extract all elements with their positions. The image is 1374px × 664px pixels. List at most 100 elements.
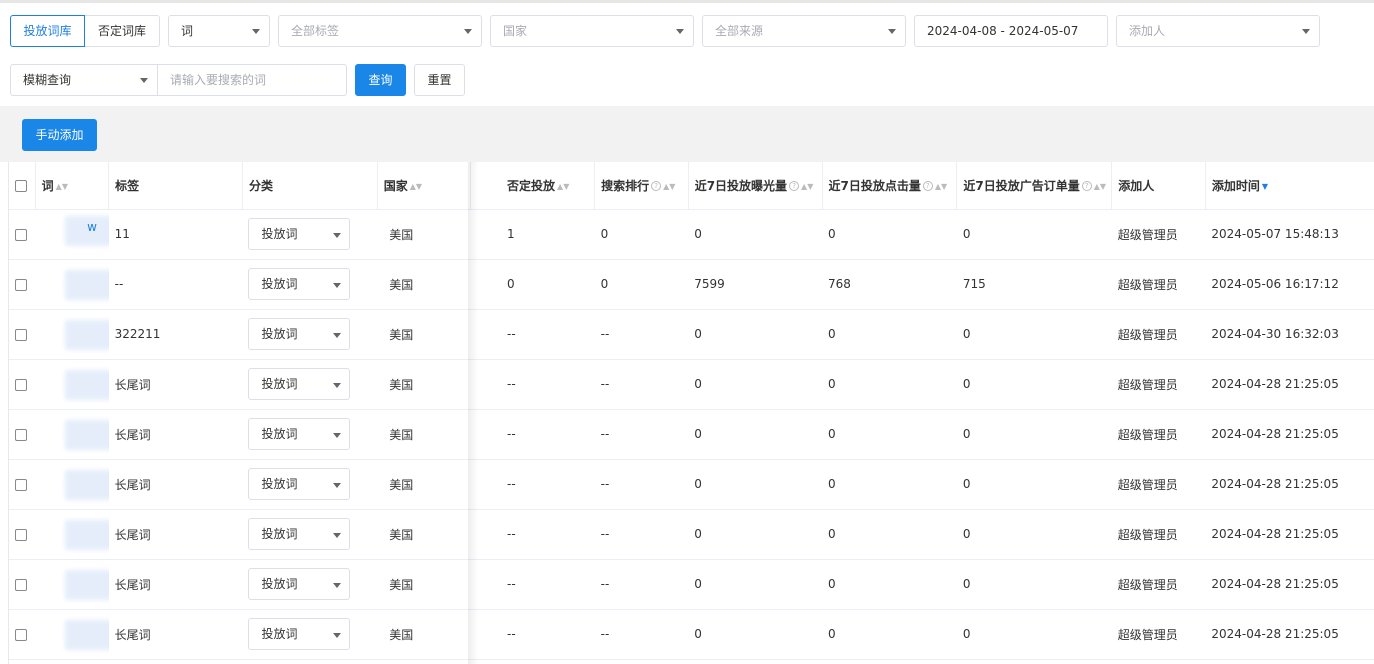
select-all-checkbox[interactable] [15,179,27,192]
country-cell: 美国 [377,509,471,560]
reset-button[interactable]: 重置 [414,64,465,96]
date-range-picker[interactable]: 2024-04-08 - 2024-05-07 [914,15,1108,47]
column-header-country[interactable]: 国家 ▲▼ [377,162,472,210]
word-field-value: 词 [181,24,194,38]
tag-select[interactable]: 全部标签 [278,15,482,47]
match-mode-select[interactable]: 模糊查询 [10,64,158,96]
category-select[interactable]: 投放词 [248,318,351,350]
negative-cell: 0 [501,259,595,310]
tab-placement-library[interactable]: 投放词库 [10,15,85,47]
row-select-cell [9,309,36,360]
table-header-row: 词 ▲▼ 标签 分类 国家 ▲▼ 否定投放 ▲▼ 搜索排行? ▲▼ 近7日投放曝光量? ▲… [9,162,1374,210]
sort-caret-icon[interactable]: ▲▼ [410,182,422,191]
added-time-cell: 2024-04-28 21:25:05 [1205,559,1374,610]
sort-caret-icon[interactable]: ▲▼ [663,182,675,191]
impressions-cell: 0 [688,309,823,360]
category-select[interactable]: 投放词 [248,418,351,450]
column-header-word[interactable]: 词 ▲▼ [35,162,110,210]
word-cell [35,309,109,360]
country-cell: 美国 [377,459,471,510]
category-cell: 投放词 [242,259,378,310]
column-header-tag: 标签 [108,162,243,210]
search-input[interactable]: 请输入要搜索的词 [157,64,347,96]
row-checkbox[interactable] [15,378,27,391]
category-select[interactable]: 投放词 [248,618,351,650]
added-time-cell: 2024-04-28 21:25:05 [1205,509,1374,560]
manual-add-button[interactable]: 手动添加 [22,119,97,151]
orders-cell: 0 [956,209,1112,260]
search-rank-cell: 0 [594,209,689,260]
impressions-cell: 0 [688,609,823,660]
orders-cell: 0 [956,409,1112,460]
word-link[interactable]: w [87,220,97,234]
column-header-clicks[interactable]: 近7日投放点击量? ▲▼ [822,162,958,210]
clicks-cell: 0 [822,309,957,360]
search-rank-cell: -- [594,409,689,460]
row-checkbox[interactable] [15,528,27,541]
negative-cell: -- [501,559,595,610]
word-field-select[interactable]: 词 [168,15,270,47]
table-row: 长尾词 投放词 美国 -- -- 0 0 0 超级管理员 2024-04-28 21:25:05 [9,509,1374,560]
row-checkbox[interactable] [15,428,27,441]
category-select[interactable]: 投放词 [248,268,351,300]
adder-select[interactable]: 添加人 [1116,15,1320,47]
question-circle-icon[interactable]: ? [922,181,933,192]
row-checkbox[interactable] [15,578,27,591]
adder-cell: 超级管理员 [1111,509,1206,560]
question-circle-icon[interactable]: ? [651,181,662,192]
row-checkbox[interactable] [15,628,27,641]
column-header-search-rank[interactable]: 搜索排行? ▲▼ [594,162,689,210]
country-cell: 美国 [377,609,471,660]
column-header-added-time[interactable]: 添加时间 ▼ [1205,162,1374,210]
negative-cell: 1 [501,209,595,260]
row-checkbox[interactable] [15,228,27,241]
table-row: -- 投放词 美国 0 0 7599 768 715 超级管理员 2024-05-06 16:17… [9,259,1374,310]
question-circle-icon[interactable]: ? [789,181,800,192]
column-header-impressions[interactable]: 近7日投放曝光量? ▲▼ [688,162,823,210]
search-rank-cell: 0 [594,259,689,310]
redacted-word-blur [65,619,109,650]
sort-caret-icon[interactable]: ▲▼ [1094,182,1106,191]
question-circle-icon[interactable]: ? [1081,181,1092,192]
row-checkbox[interactable] [15,478,27,491]
chevron-down-icon [140,78,148,83]
row-checkbox[interactable] [15,328,27,341]
query-button[interactable]: 查询 [355,64,406,96]
sort-caret-icon[interactable]: ▲▼ [557,182,569,191]
redacted-word-blur [65,419,109,450]
table-row: 322211 投放词 美国 -- -- 0 0 0 超级管理员 2024-04-30 16:32:… [9,309,1374,360]
source-select[interactable]: 全部来源 [702,15,906,47]
filter-bar: 投放词库 否定词库 词 全部标签 国家 全部来源 2024-04-08 - 20… [0,0,1374,106]
country-select[interactable]: 国家 [490,15,694,47]
table-row: w 11 投放词 美国 1 0 0 0 0 超级管理员 2024-05-07 15:48:13 [9,209,1374,260]
negative-cell: -- [501,409,595,460]
category-select[interactable]: 投放词 [248,518,351,550]
sort-caret-icon[interactable]: ▲▼ [801,182,813,191]
adder-cell: 超级管理员 [1111,209,1206,260]
category-select[interactable]: 投放词 [248,368,351,400]
added-time-cell: 2024-04-30 16:32:03 [1205,309,1374,360]
column-header-negative[interactable]: 否定投放 ▲▼ [501,162,596,210]
adder-cell: 超级管理员 [1111,309,1206,360]
tab-negative-library[interactable]: 否定词库 [85,15,160,47]
category-cell: 投放词 [242,309,378,360]
negative-cell: -- [501,459,595,510]
chevron-down-icon [333,283,342,288]
word-cell [35,609,109,660]
negative-cell: -- [501,509,595,560]
tag-cell: 长尾词 [108,559,243,610]
search-rank-cell: -- [594,359,689,410]
sort-caret-icon[interactable]: ▲▼ [56,182,68,191]
chevron-down-icon [333,583,342,588]
category-select[interactable]: 投放词 [248,568,351,600]
chevron-down-icon [333,633,342,638]
row-checkbox[interactable] [15,278,27,291]
category-select[interactable]: 投放词 [248,218,351,250]
date-range-value: 2024-04-08 - 2024-05-07 [927,24,1079,38]
search-rank-cell: -- [594,609,689,660]
category-select[interactable]: 投放词 [248,468,351,500]
column-header-orders[interactable]: 近7日投放广告订单量? ▲▼ [956,162,1113,210]
sort-desc-icon[interactable]: ▼ [1262,182,1268,191]
sort-caret-icon[interactable]: ▲▼ [935,182,947,191]
chevron-down-icon [1302,29,1310,34]
